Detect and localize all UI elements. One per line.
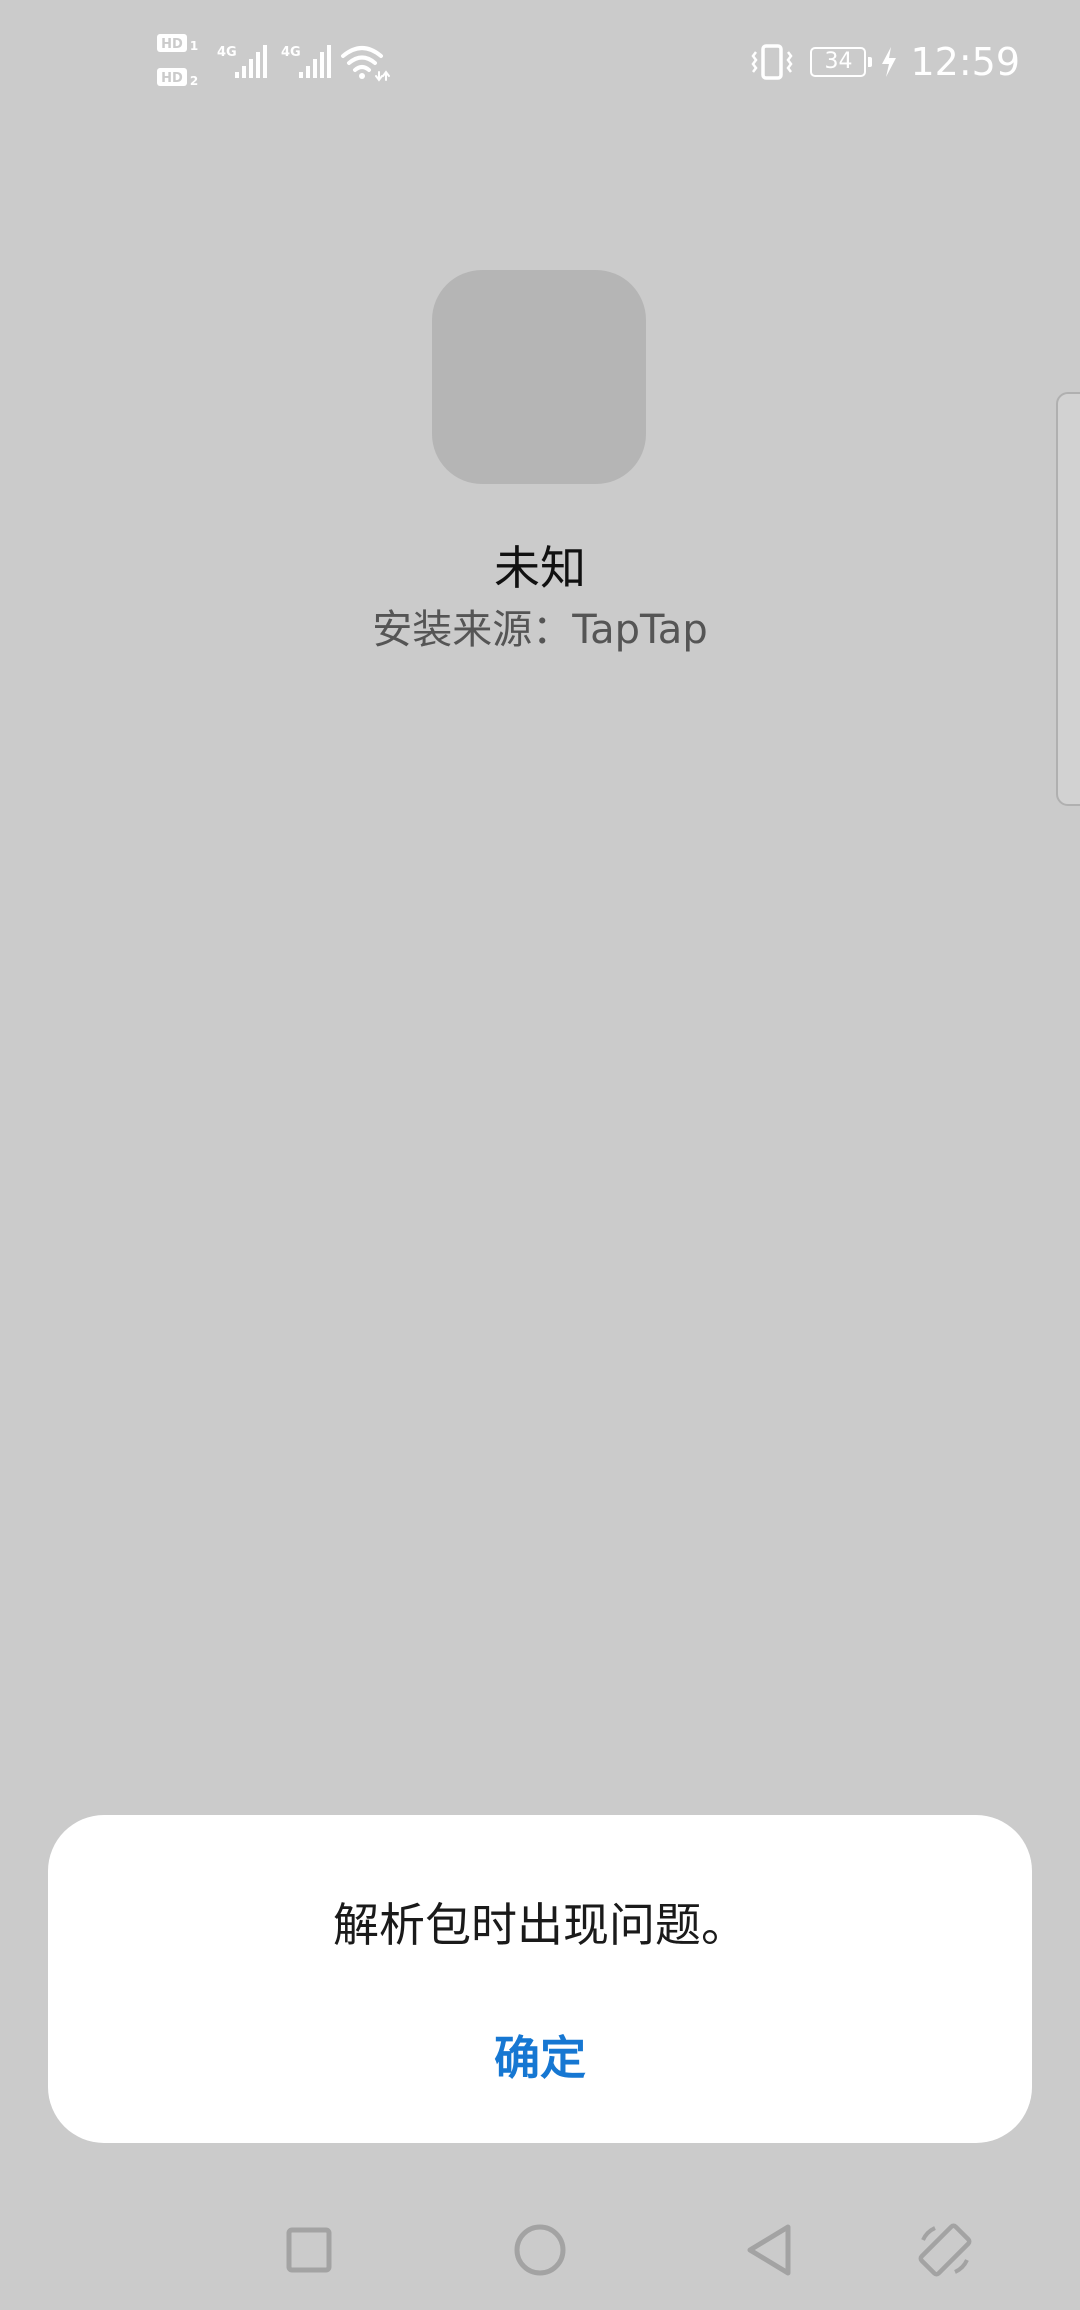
hd-sim2-icon: HD 2 [157, 68, 198, 88]
status-right-group: 34 12:59 [750, 30, 1020, 94]
svg-text:HD: HD [161, 37, 183, 52]
status-time: 12:59 [910, 40, 1020, 84]
svg-text:4G: 4G [281, 45, 301, 60]
charging-bolt-icon [882, 47, 897, 77]
back-button[interactable] [715, 2190, 825, 2310]
wifi-icon [341, 46, 390, 82]
cellular-signal-2-icon: 4G [281, 45, 331, 78]
vibrate-icon [751, 44, 794, 80]
svg-text:2: 2 [190, 74, 198, 88]
recents-button[interactable] [254, 2190, 364, 2310]
hd-sim1-icon: HD 1 [157, 34, 198, 53]
home-button[interactable] [485, 2190, 595, 2310]
home-circle-icon [514, 2224, 566, 2276]
signal-indicators: HD 1 HD 2 4G 4G [157, 34, 390, 88]
svg-text:1: 1 [190, 39, 198, 53]
status-bar: HD 1 HD 2 4G 4G 34 12:59 [0, 0, 1080, 120]
cellular-signal-1-icon: 4G [217, 45, 267, 78]
error-dialog: 解析包时出现问题。 确定 [48, 1815, 1032, 2143]
battery-icon: 34 [810, 47, 873, 77]
app-name: 未知 [494, 541, 586, 595]
rotate-screen-button[interactable] [890, 2190, 1000, 2310]
rotate-screen-icon [918, 2223, 972, 2277]
recents-square-icon [286, 2227, 332, 2273]
install-source-label: 安装来源：TapTap [372, 607, 708, 653]
dialog-message: 解析包时出现问题。 [333, 1898, 747, 1952]
svg-text:HD: HD [161, 71, 183, 86]
back-triangle-icon [747, 2224, 791, 2276]
side-scroll-handle[interactable] [1056, 392, 1080, 806]
dialog-ok-button[interactable]: 确定 [440, 2023, 640, 2093]
app-icon-placeholder [432, 270, 646, 484]
navigation-bar [0, 2190, 1080, 2310]
svg-text:4G: 4G [217, 45, 237, 60]
